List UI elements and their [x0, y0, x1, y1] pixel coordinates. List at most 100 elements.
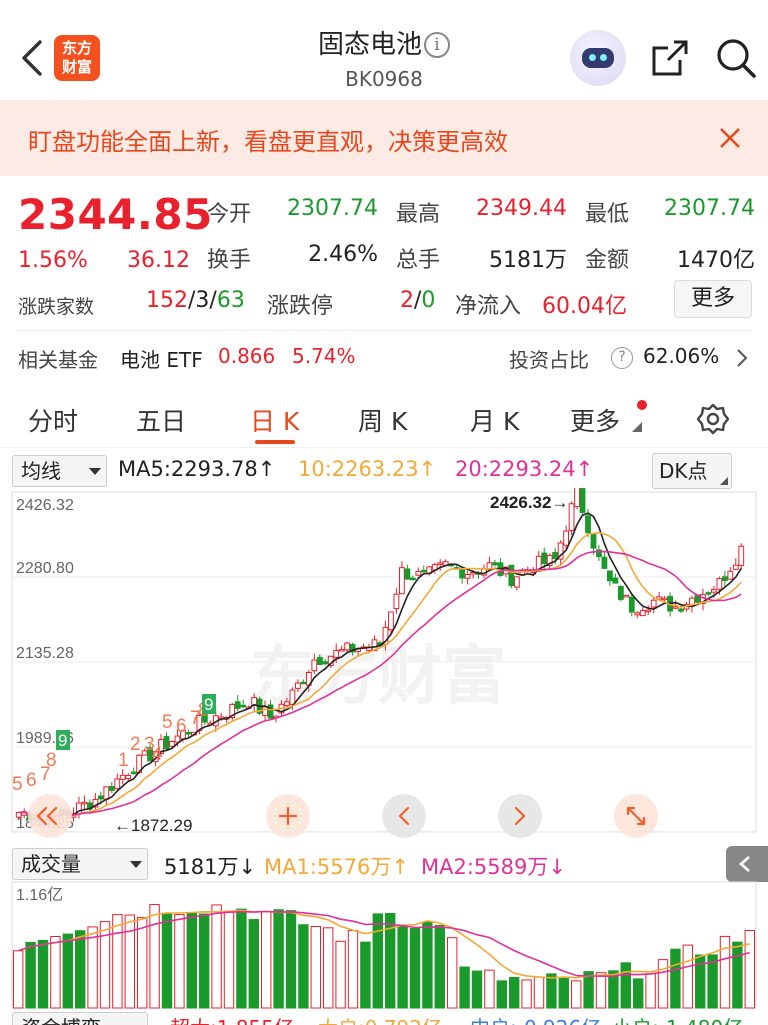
candle-body — [661, 597, 668, 601]
dropdown-arrow-icon — [130, 861, 142, 868]
banner-text: 盯盘功能全面上新，看盘更直观，决策更高效 — [28, 128, 508, 156]
candle-body — [119, 774, 126, 780]
promo-banner[interactable]: 盯盘功能全面上新，看盘更直观，决策更高效 — [0, 100, 768, 176]
settings-gear-icon[interactable] — [696, 402, 730, 436]
volume-bar — [633, 978, 644, 1009]
candle-body — [169, 741, 175, 747]
indicator-dropdown[interactable]: 均线 — [12, 455, 107, 487]
fund-price: 0.866 — [218, 344, 276, 368]
assistant-robot-icon[interactable] — [570, 30, 626, 86]
candle-body — [114, 778, 121, 790]
sector-code: BK0968 — [345, 67, 423, 91]
amount-value: 1470亿 — [677, 248, 755, 273]
candle-body — [130, 771, 137, 775]
prev-button[interactable] — [382, 794, 426, 838]
capital-flow-row: 资金博弈 超大:1.855亿 大户:0.792亿 中户:-0.926亿 小户:-… — [0, 1012, 768, 1025]
volume-bar — [682, 944, 693, 1009]
quote-panel: 2344.85 1.56% 36.12 今开 2307.74 最高 2349.4… — [0, 176, 768, 331]
volume-legend-row: 成交量 5181万↓ MA1:5576万↑ MA2:5589万↓ — [0, 846, 768, 882]
volume-bar — [298, 924, 309, 1009]
back-arrow-icon[interactable] — [18, 38, 46, 78]
candle-body — [645, 609, 652, 613]
volume-bar — [87, 926, 98, 1009]
volume-label: 总手 — [396, 248, 441, 273]
candle-body — [294, 682, 301, 689]
close-icon[interactable] — [718, 126, 742, 150]
candle-body — [732, 564, 739, 570]
td-count-label: 9 — [58, 731, 67, 750]
candle-body — [409, 577, 416, 581]
netflow-label: 净流入 — [455, 294, 522, 319]
fund-name[interactable]: 电池 ETF — [120, 344, 203, 373]
candle-body — [459, 567, 466, 579]
capital-flow-dropdown[interactable]: 资金博弈 — [12, 1012, 148, 1025]
candle-body — [650, 599, 657, 608]
volume-text: 5181万 — [164, 855, 239, 879]
candle-body — [262, 706, 268, 717]
candle-body — [492, 562, 498, 566]
dk-point-dropdown[interactable]: DK点 — [652, 453, 732, 489]
volume-bar — [471, 970, 483, 1009]
chevron-right-icon[interactable] — [736, 348, 748, 368]
more-button[interactable]: 更多 — [674, 280, 752, 318]
volume-bar — [199, 913, 210, 1009]
ma10-value: 10:2263.23↑ — [298, 457, 436, 481]
high-label: 最高 — [396, 202, 441, 227]
volume-bar — [595, 972, 607, 1009]
search-icon[interactable] — [714, 36, 758, 80]
candle-body — [15, 811, 22, 818]
tab-more[interactable]: 更多 — [570, 402, 620, 438]
turnover-value: 2.46% — [308, 242, 378, 267]
candle-body — [420, 569, 427, 573]
candle-body — [601, 556, 608, 569]
share-icon[interactable] — [650, 38, 690, 78]
candle-body — [398, 567, 405, 595]
robot-eye-left — [589, 54, 596, 61]
active-tab-indicator — [255, 440, 295, 444]
volume-dropdown[interactable]: 成交量 — [12, 848, 148, 880]
rewind-button[interactable] — [28, 794, 72, 838]
volume-bar — [37, 939, 49, 1009]
page-title: 固态电池 i — [230, 24, 538, 61]
next-button[interactable] — [498, 794, 542, 838]
tab-monthly-k[interactable]: 月 K — [470, 402, 519, 438]
volume-bar — [248, 919, 260, 1009]
eastmoney-logo[interactable]: 东方 财富 — [54, 35, 100, 81]
tab-daily-k[interactable]: 日 K — [250, 402, 299, 438]
candle-body — [415, 571, 422, 576]
help-icon[interactable]: ? — [611, 347, 633, 369]
candle-body — [617, 585, 624, 600]
td-count-label: 2 — [130, 734, 141, 755]
volume-bar — [149, 904, 160, 1009]
volume-bar — [409, 928, 421, 1009]
fullscreen-button[interactable] — [614, 794, 658, 838]
ma2-value: MA2:5589万↓ — [421, 851, 566, 881]
candle-body — [103, 786, 110, 800]
info-icon[interactable]: i — [424, 32, 450, 58]
volume-bar — [533, 976, 545, 1009]
volume-bar — [335, 940, 346, 1009]
related-fund-row[interactable]: 相关基金 电池 ETF 0.866 5.74% 投资占比 ? 62.06% — [0, 336, 768, 382]
candlestick-chart[interactable]: 2426.322280.802135.281989.761844.25东方财富2… — [0, 488, 768, 848]
candle-body — [234, 701, 241, 709]
volume-bar — [521, 979, 532, 1009]
collapse-panel-button[interactable] — [726, 846, 768, 882]
ratio-value: 62.06% — [643, 344, 720, 368]
capital-small: 小户:-1.480亿 — [612, 1012, 743, 1025]
tab-weekly-k[interactable]: 周 K — [358, 402, 407, 438]
robot-face — [582, 48, 614, 68]
candle-body — [563, 530, 570, 546]
zoom-in-button[interactable] — [266, 794, 310, 838]
candle-body — [185, 731, 192, 735]
dropdown-label: 均线 — [21, 459, 61, 483]
ma2-arrow: ↓ — [548, 855, 566, 879]
ma1-text: MA1:5576万 — [264, 855, 392, 879]
turnover-label: 换手 — [207, 248, 252, 273]
candle-body — [316, 657, 323, 665]
candle-body — [437, 562, 444, 565]
tab-timeshare[interactable]: 分时 — [28, 402, 78, 438]
ma5-value: MA5:2293.78↑ — [118, 457, 275, 481]
tab-5day[interactable]: 五日 — [136, 402, 186, 438]
volume-chart[interactable]: 1.16亿 — [0, 880, 768, 1010]
volume-bar — [310, 926, 322, 1009]
